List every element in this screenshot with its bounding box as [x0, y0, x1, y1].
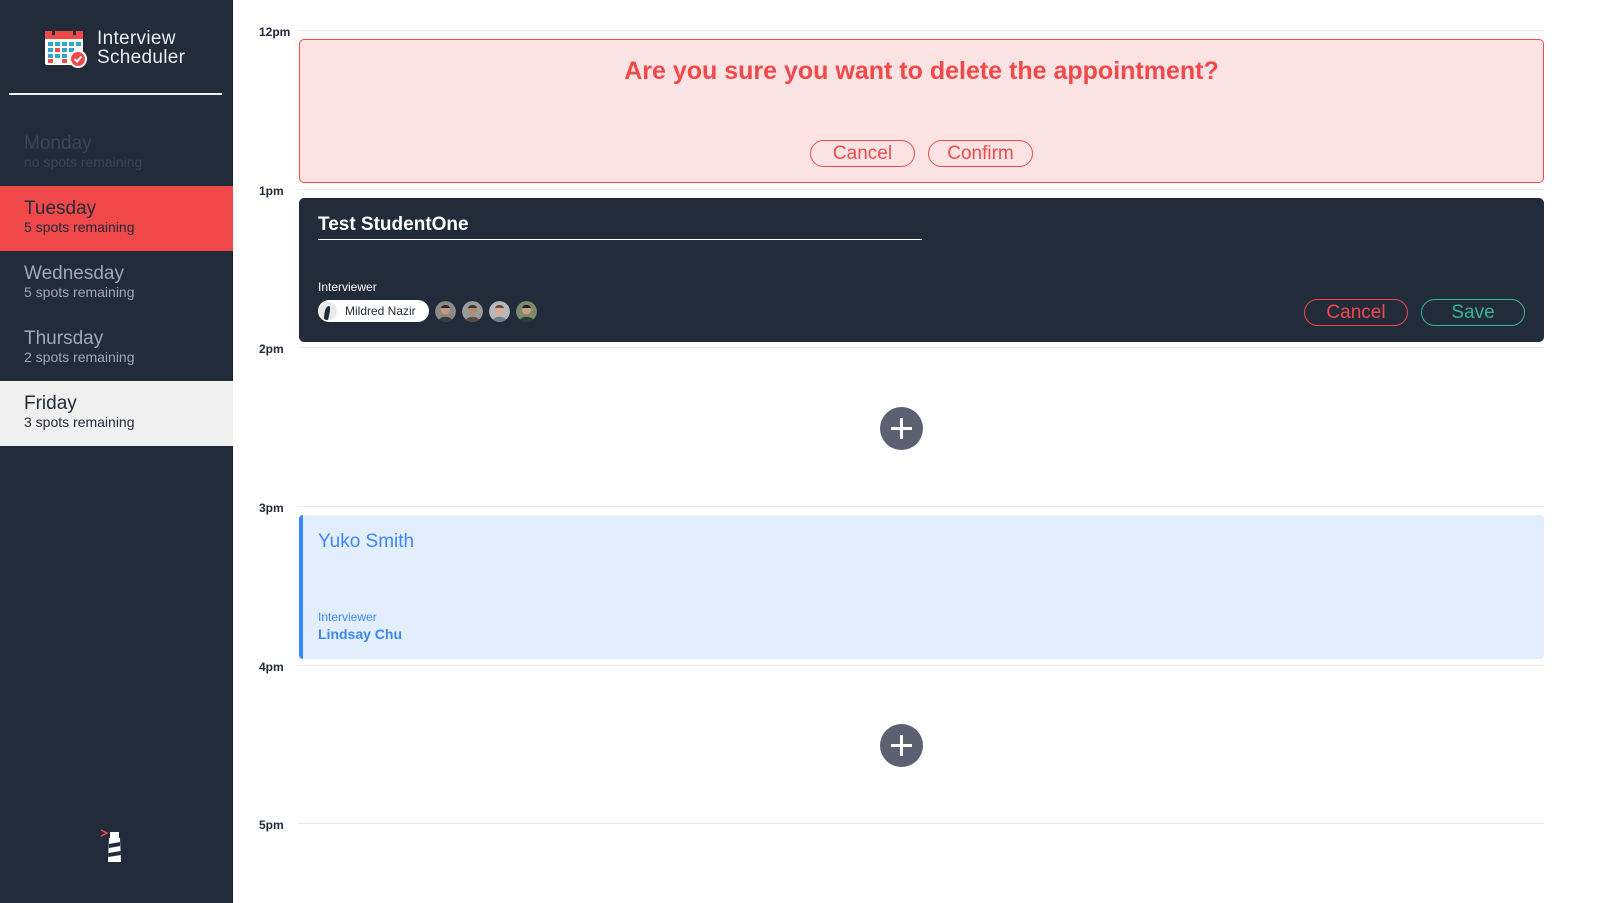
interviewer-avatar	[434, 300, 456, 322]
interviewer-avatar	[461, 300, 483, 322]
day-name: Monday	[24, 133, 92, 154]
day-list: Monday no spots remaining Tuesday 5 spot…	[0, 121, 233, 446]
brand: Interview Scheduler	[44, 27, 185, 69]
calendar-icon	[45, 28, 87, 68]
interviewer-item[interactable]	[461, 300, 483, 322]
time-label-5pm: 5pm	[259, 818, 284, 832]
hour-line	[298, 506, 1544, 507]
time-label-12pm: 12pm	[259, 25, 291, 39]
schedule: 12pm Are you sure you want to delete the…	[234, 0, 1601, 903]
interviewer-item[interactable]	[515, 300, 537, 322]
hour-line	[298, 30, 1544, 31]
add-appointment-button[interactable]	[880, 724, 923, 767]
time-label-4pm: 4pm	[259, 660, 284, 674]
hour-line	[298, 347, 1544, 348]
app-title-line1: Interview	[97, 28, 176, 49]
hour-line	[298, 823, 1544, 824]
interviewer-avatar	[319, 302, 337, 320]
appointment-interviewer-heading: Interviewer	[318, 610, 377, 624]
day-item-monday[interactable]: Monday no spots remaining	[0, 121, 233, 186]
day-name: Thursday	[24, 328, 104, 349]
hour-line	[298, 189, 1544, 190]
interviewer-item-selected[interactable]: Mildred Nazir	[318, 300, 429, 322]
form-actions: Cancel Save	[1304, 299, 1525, 326]
form-cancel-button[interactable]: Cancel	[1304, 299, 1408, 326]
plus-icon	[891, 418, 912, 439]
day-item-tuesday[interactable]: Tuesday 5 spots remaining	[0, 186, 233, 251]
day-item-thursday[interactable]: Thursday 2 spots remaining	[0, 316, 233, 381]
plus-icon	[891, 735, 912, 756]
appointment-card[interactable]: Yuko Smith Interviewer Lindsay Chu	[299, 515, 1544, 659]
add-appointment-button[interactable]	[880, 407, 923, 450]
appointment-interviewer: Lindsay Chu	[318, 626, 403, 642]
day-item-wednesday[interactable]: Wednesday 5 spots remaining	[0, 251, 233, 316]
day-spots: 2 spots remaining	[24, 349, 135, 365]
day-name: Tuesday	[24, 198, 97, 219]
interviewer-item[interactable]	[488, 300, 510, 322]
day-item-friday[interactable]: Friday 3 spots remaining	[0, 381, 233, 446]
student-name-input[interactable]: Test StudentOne	[318, 214, 922, 240]
day-spots: 5 spots remaining	[24, 284, 135, 300]
sidebar-separator	[9, 93, 222, 95]
app-title: Interview Scheduler	[97, 29, 185, 67]
day-spots: 5 spots remaining	[24, 219, 135, 235]
interviewer-list: Mildred Nazir	[318, 300, 543, 322]
interviewer-heading: Interviewer	[318, 280, 377, 294]
day-name: Wednesday	[24, 263, 124, 284]
interviewer-name: Mildred Nazir	[345, 304, 416, 318]
time-label-2pm: 2pm	[259, 342, 284, 356]
day-spots: 3 spots remaining	[24, 414, 135, 430]
app-root: Interview Scheduler Monday no spots rema…	[0, 0, 1601, 903]
app-title-line2: Scheduler	[97, 47, 186, 68]
sidebar: Interview Scheduler Monday no spots rema…	[0, 0, 233, 903]
interviewer-item[interactable]	[434, 300, 456, 322]
appointment-form: Test StudentOne Interviewer Mildred Nazi…	[299, 198, 1544, 342]
lighthouse-icon	[100, 829, 121, 862]
time-label-1pm: 1pm	[259, 184, 284, 198]
confirm-actions: Cancel Confirm	[300, 140, 1543, 167]
day-name: Friday	[24, 393, 77, 414]
form-save-button[interactable]: Save	[1421, 299, 1525, 326]
day-spots: no spots remaining	[24, 154, 143, 170]
appointment-student: Yuko Smith	[318, 531, 415, 552]
confirm-cancel-button[interactable]: Cancel	[810, 140, 915, 167]
interviewer-avatar	[488, 300, 510, 322]
interviewer-avatar	[515, 300, 537, 322]
confirm-message: Are you sure you want to delete the appo…	[624, 57, 1219, 85]
time-label-3pm: 3pm	[259, 501, 284, 515]
delete-confirm-card: Are you sure you want to delete the appo…	[299, 39, 1544, 183]
confirm-delete-button[interactable]: Confirm	[928, 140, 1033, 167]
hour-line	[298, 665, 1544, 666]
